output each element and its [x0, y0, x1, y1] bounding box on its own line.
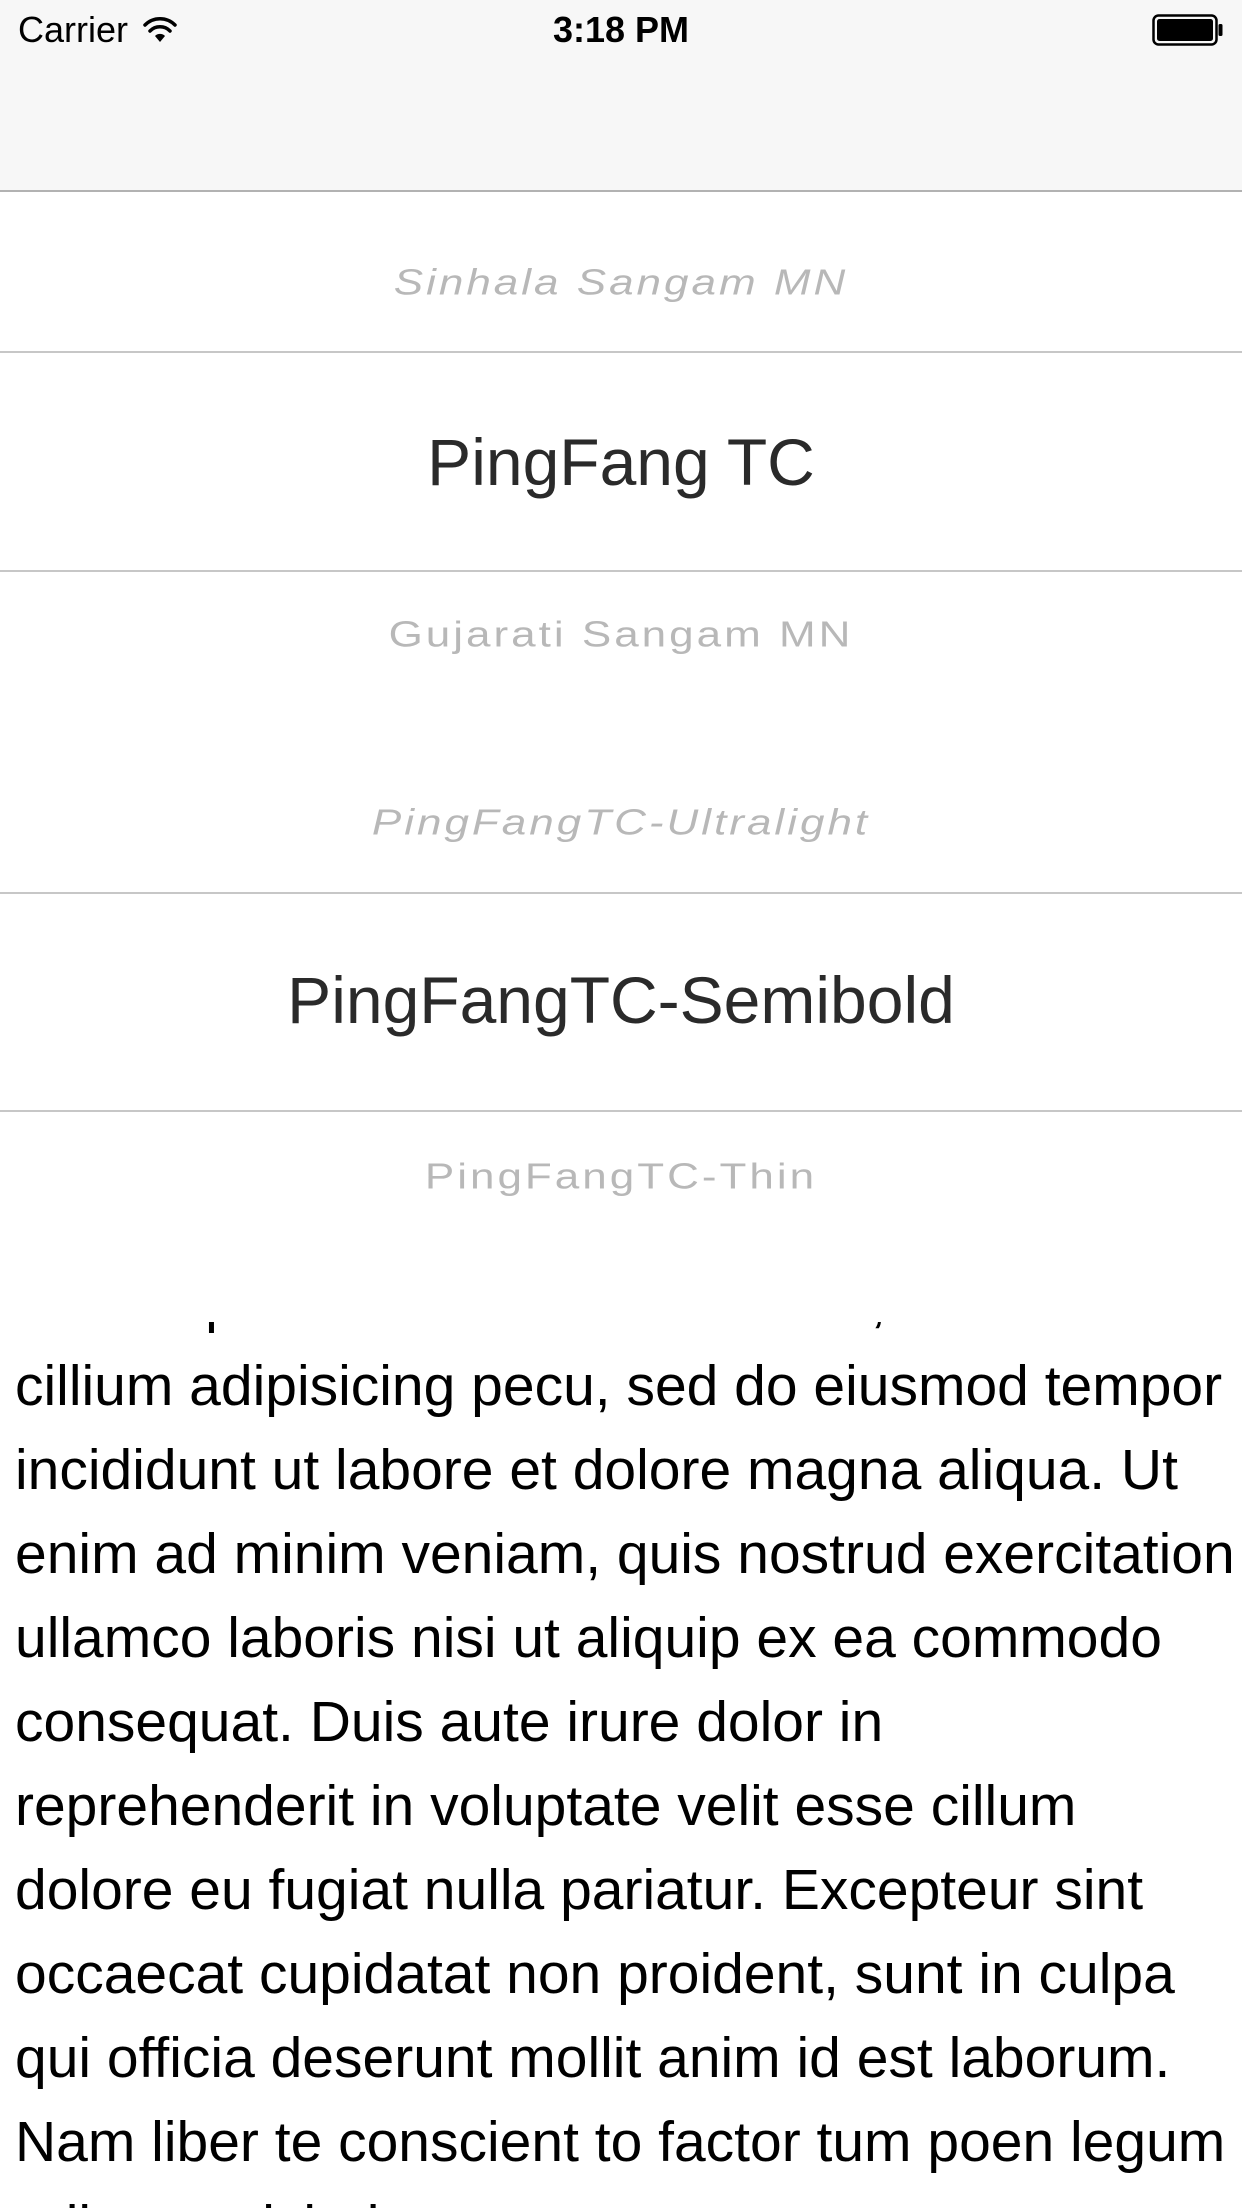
app-screen: Carrier 3:18 PM Sinhala Sangam MN PingFa…: [0, 0, 1242, 2208]
picker-row[interactable]: PingFangTC-Ultralight: [0, 803, 1242, 844]
battery-icon: [1152, 14, 1223, 46]
picker-row-selected[interactable]: PingFang TC: [0, 424, 1242, 500]
status-bar: Carrier 3:18 PM: [0, 0, 1242, 60]
picker-divider: [0, 570, 1242, 572]
picker-row[interactable]: Gujarati Sangam MN: [0, 615, 1242, 656]
picker-row[interactable]: Sinhala Sangam MN: [0, 263, 1242, 304]
sample-text: Lorem ipsum dolor sit er elit lamet, con…: [15, 1322, 1235, 2208]
navigation-bar: Carrier 3:18 PM: [0, 0, 1242, 192]
picker-divider: [0, 351, 1242, 353]
picker-divider: [0, 892, 1242, 894]
picker-row[interactable]: PingFangTC-Thin: [0, 1157, 1242, 1198]
picker-row-selected[interactable]: PingFangTC-Semibold: [0, 962, 1242, 1038]
picker-divider: [0, 1110, 1242, 1112]
font-picker[interactable]: Sinhala Sangam MN PingFang TC Gujarati S…: [0, 192, 1242, 1322]
status-time: 3:18 PM: [552, 9, 690, 50]
sample-text-view[interactable]: Lorem ipsum dolor sit er elit lamet, con…: [0, 1322, 1242, 2208]
